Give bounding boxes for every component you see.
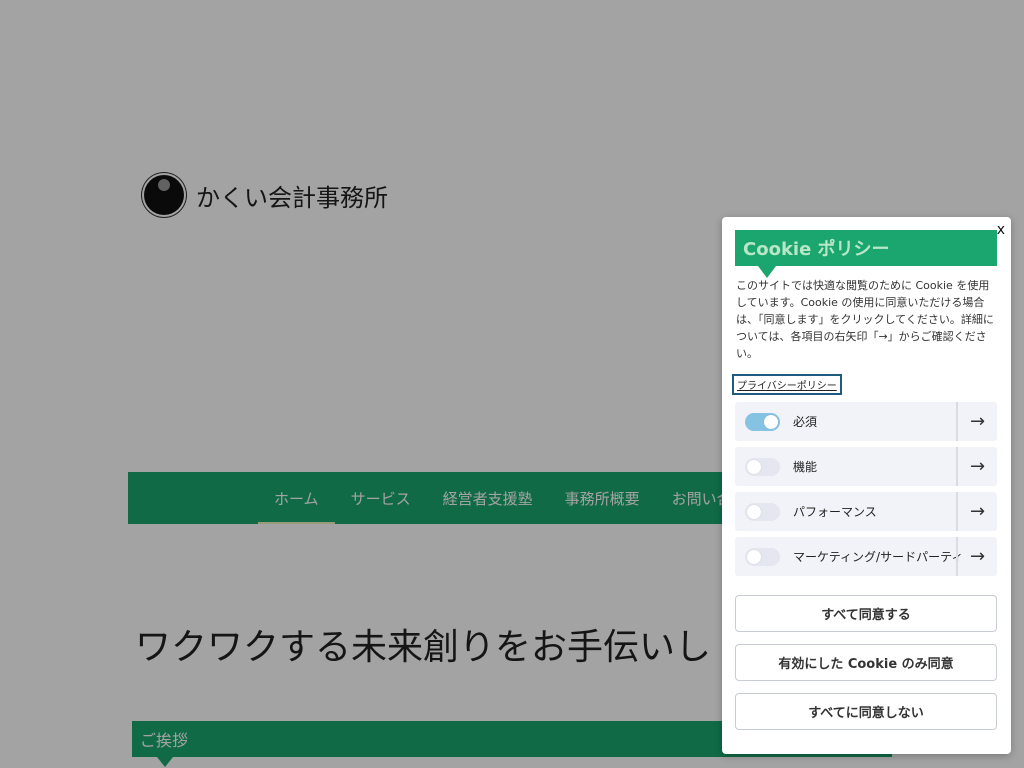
cookie-description: このサイトでは快適な閲覧のために Cookie を使用しています。Cookie … [736,279,994,360]
privacy-policy-link[interactable]: プライバシーポリシー [732,374,842,395]
cookie-row-marketing: マーケティング/サードパーティ → [735,537,997,576]
arrow-right-icon[interactable]: → [956,402,997,441]
toggle-knob [747,549,761,564]
cookie-row-functional: 機能 → [735,447,997,486]
arrow-right-icon[interactable]: → [956,447,997,486]
toggle-knob [747,504,761,519]
cookie-toggle-list: 必須 → 機能 → パフォーマンス → マーケティング/サードパーティ → [735,402,997,582]
cookie-policy-panel: x Cookie ポリシー このサイトでは快適な閲覧のために Cookie を使… [722,217,1011,754]
toggle-knob [747,459,761,474]
marketing-label: マーケティング/サードパーティ [793,550,964,564]
functional-label: 機能 [793,460,818,474]
close-button[interactable]: x [997,221,1005,239]
cookie-row-performance: パフォーマンス → [735,492,997,531]
arrow-right-icon[interactable]: → [956,537,997,576]
functional-toggle[interactable] [745,457,780,476]
cookie-title: Cookie ポリシー [735,230,997,278]
accept-all-button[interactable]: すべて同意する [735,595,997,632]
performance-toggle[interactable] [745,502,780,521]
required-toggle[interactable] [745,412,780,431]
cookie-row-required: 必須 → [735,402,997,441]
required-label: 必須 [793,415,818,429]
performance-label: パフォーマンス [793,505,877,519]
marketing-toggle[interactable] [745,547,780,566]
deny-all-button[interactable]: すべてに同意しない [735,693,997,730]
arrow-right-icon[interactable]: → [956,492,997,531]
toggle-knob [764,414,778,429]
accept-enabled-button[interactable]: 有効にした Cookie のみ同意 [735,644,997,681]
